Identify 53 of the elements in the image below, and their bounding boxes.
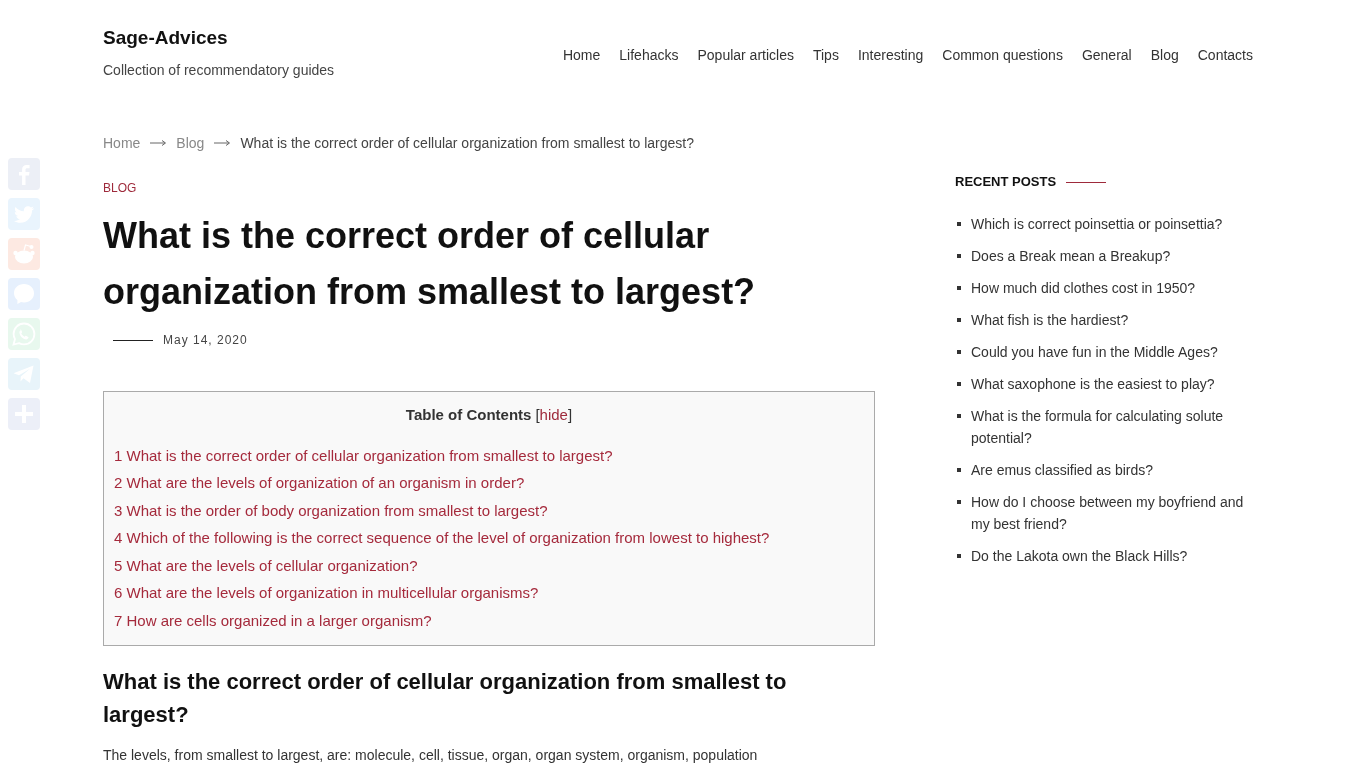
post-date: May 14, 2020 <box>163 332 248 349</box>
breadcrumb-link[interactable]: Home <box>103 133 141 153</box>
recent-post-link[interactable]: What saxophone is the easiest to play? <box>971 373 1215 395</box>
square-bullet-icon <box>957 468 961 472</box>
nav-link[interactable]: Contacts <box>1197 45 1253 65</box>
recent-post-link[interactable]: Which is correct poinsettia or poinsettia? <box>971 213 1223 235</box>
toc-link[interactable]: 2 What are the levels of organization of an organism in order? <box>114 473 525 494</box>
chat-bubble-icon[interactable] <box>8 278 40 310</box>
article-paragraph: The levels, from smallest to largest, are: molecule, cell, tissue, organ, organ system, organism, population <box>103 745 759 765</box>
square-bullet-icon <box>957 254 961 258</box>
nav-link[interactable]: Blog <box>1150 45 1179 65</box>
toc-link[interactable]: 1 What is the correct order of cellular organization from smallest to largest? <box>114 445 613 466</box>
nav-link[interactable]: Lifehacks <box>619 45 679 65</box>
toc-link[interactable]: 6 What are the levels of organization in multicellular organisms? <box>114 583 539 604</box>
square-bullet-icon <box>957 414 961 418</box>
square-bullet-icon <box>957 382 961 386</box>
nav-link[interactable]: Common questions <box>942 45 1063 65</box>
nav-link[interactable]: Popular articles <box>697 45 794 65</box>
widget-title: RECENT POSTS <box>955 174 1057 190</box>
recent-post-link[interactable]: Do the Lakota own the Black Hills? <box>971 545 1188 567</box>
breadcrumb-link[interactable]: Blog <box>176 133 205 153</box>
toc-link[interactable]: 4 Which of the following is the correct sequence of the level of organization from lowest to highest? <box>114 528 770 549</box>
alien-face-icon[interactable] <box>8 238 40 270</box>
category-link[interactable]: BLOG <box>103 180 137 196</box>
nav-link[interactable]: Interesting <box>857 45 924 65</box>
recent-post-link[interactable]: What is the formula for calculating solute potential? <box>971 405 1253 449</box>
toc-link[interactable]: 7 How are cells organized in a larger organism? <box>114 610 432 631</box>
square-bullet-icon <box>957 554 961 558</box>
arrow-icon <box>150 140 167 146</box>
recent-post-link[interactable]: What fish is the hardiest? <box>971 309 1129 331</box>
toc-link[interactable]: 3 What is the order of body organization from smallest to largest? <box>114 500 548 521</box>
toc-title: Table of Contents <box>405 405 532 425</box>
nav-link[interactable]: General <box>1081 45 1132 65</box>
hide-toggle[interactable]: [hide] <box>535 404 573 426</box>
site-title[interactable]: Sage-Advices <box>103 24 335 52</box>
breadcrumb-current: What is the correct order of cellular organization from smallest to largest? <box>240 134 695 153</box>
arrow-icon <box>214 140 231 146</box>
site-tagline: Collection of recommendatory guides <box>103 61 335 80</box>
recent-post-link[interactable]: Could you have fun in the Middle Ages? <box>971 341 1218 363</box>
toc-link[interactable]: 5 What are the levels of cellular organization? <box>114 555 418 576</box>
square-bullet-icon <box>957 500 961 504</box>
article-title: What is the correct order of cellular organization from smallest to largest? <box>103 214 757 314</box>
nav-link[interactable]: Home <box>562 45 601 65</box>
square-bullet-icon <box>957 222 961 226</box>
square-bullet-icon <box>957 318 961 322</box>
recent-post-link[interactable]: Are emus classified as birds? <box>971 459 1154 481</box>
recent-post-link[interactable]: How do I choose between my boyfriend and my best friend? <box>971 491 1253 535</box>
recent-post-link[interactable]: How much did clothes cost in 1950? <box>971 277 1196 299</box>
square-bullet-icon <box>957 350 961 354</box>
square-bullet-icon <box>957 286 961 290</box>
recent-post-link[interactable]: Does a Break mean a Breakup? <box>971 245 1171 267</box>
section-heading: What is the correct order of cellular organization from smallest to largest? <box>103 667 788 729</box>
nav-link[interactable]: Tips <box>812 45 839 65</box>
